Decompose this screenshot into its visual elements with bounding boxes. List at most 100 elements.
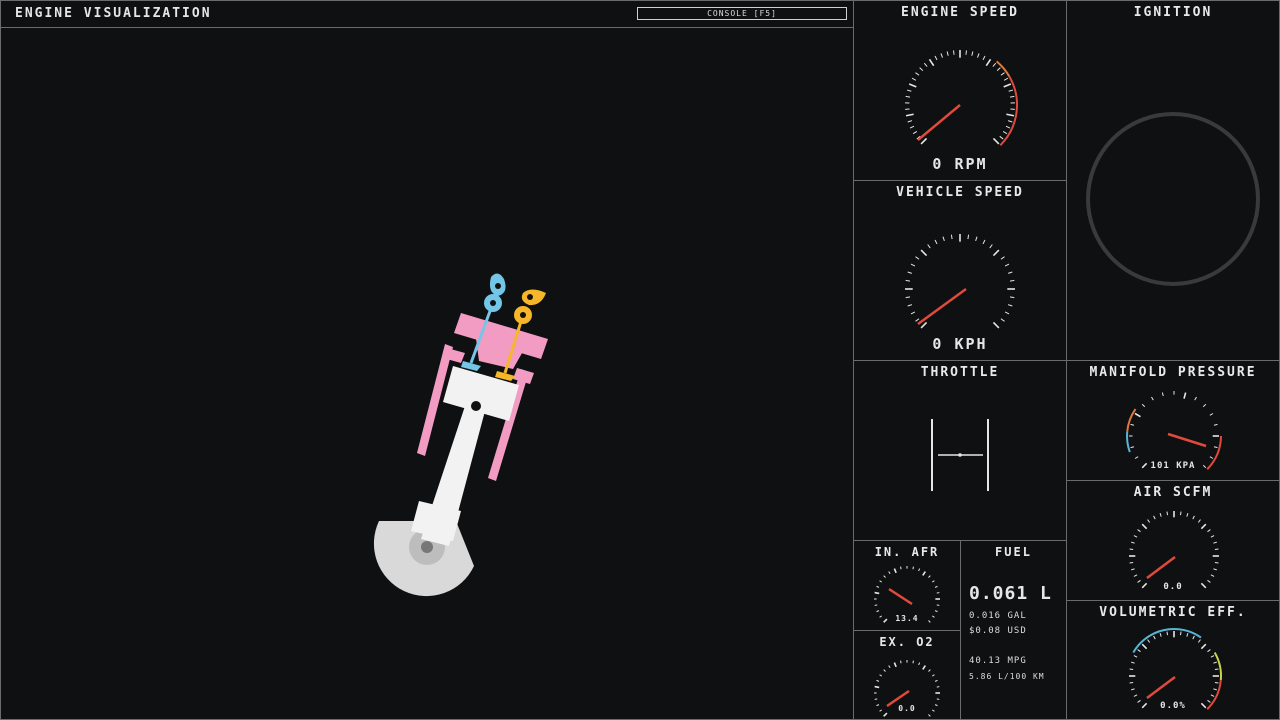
fuel-mpg: 40.13 MPG bbox=[969, 656, 1027, 666]
gauge-tick bbox=[910, 311, 916, 315]
gauge-tick bbox=[1130, 446, 1135, 449]
gauge-tick bbox=[1147, 639, 1151, 643]
gauge-tick bbox=[1131, 661, 1135, 664]
gauge-tick bbox=[905, 279, 911, 282]
gauge-tick bbox=[975, 236, 978, 242]
gauge-tick bbox=[1000, 72, 1005, 76]
gauge-tick bbox=[1131, 541, 1135, 544]
gauge-tick bbox=[905, 95, 911, 98]
gauge-tick bbox=[874, 591, 880, 595]
piston-pin bbox=[471, 401, 481, 411]
gauge-tick bbox=[1131, 568, 1135, 571]
gauge-tick bbox=[910, 263, 916, 267]
gauge-tick bbox=[1194, 396, 1197, 401]
gauge-tick bbox=[876, 585, 880, 588]
gauge-tick bbox=[1129, 668, 1134, 671]
gauge-tick bbox=[1153, 635, 1156, 640]
gauge-tick bbox=[874, 604, 878, 606]
vehicle-speed-gauge bbox=[905, 234, 1015, 329]
gauge-tick bbox=[971, 51, 974, 56]
gauge-tick bbox=[1210, 655, 1215, 658]
gauge-tick bbox=[928, 58, 935, 67]
gauge-tick bbox=[1003, 83, 1012, 88]
gauge-tick bbox=[907, 271, 913, 274]
gauge-tick bbox=[1133, 655, 1138, 658]
gauge-tick bbox=[1207, 649, 1211, 653]
gauge-tick bbox=[1214, 561, 1219, 564]
gauge-tick bbox=[999, 135, 1004, 140]
manifold-warn-arc bbox=[1126, 408, 1137, 433]
gauge-tick bbox=[912, 131, 918, 135]
vehicle-speed-needle bbox=[917, 287, 967, 326]
gauge-tick bbox=[1133, 574, 1138, 577]
gauge-tick bbox=[1166, 511, 1169, 516]
gauge-tick bbox=[1214, 548, 1219, 551]
gauge-tick bbox=[1183, 392, 1187, 399]
gauge-tick bbox=[1000, 256, 1005, 260]
volumetric-eff-panel: VOLUMETRIC EFF. 0.0% bbox=[1066, 600, 1280, 720]
gauge-tick bbox=[905, 296, 911, 299]
gauge-tick bbox=[879, 674, 883, 677]
gauge-tick bbox=[1214, 668, 1219, 671]
gauge-tick bbox=[1209, 413, 1214, 416]
console-button[interactable]: CONSOLE [F5] bbox=[637, 7, 847, 20]
gauge-tick bbox=[1141, 523, 1148, 530]
gauge-ticks bbox=[905, 234, 1015, 329]
vehicle-speed-panel: VEHICLE SPEED 0 KPH bbox=[853, 180, 1067, 361]
engine-speed-redline-arc bbox=[999, 76, 1018, 147]
gauge-tick bbox=[1207, 529, 1211, 533]
gauge-tick bbox=[1004, 263, 1010, 267]
manifold-pressure-panel: MANIFOLD PRESSURE 101 KPA bbox=[1066, 360, 1280, 481]
intake-afr-panel: IN. AFR 13.4 bbox=[853, 540, 961, 631]
gauge-tick bbox=[879, 580, 883, 583]
gauge-tick bbox=[1210, 574, 1215, 577]
gauge-tick bbox=[1192, 635, 1195, 640]
gauge-tick bbox=[940, 53, 943, 58]
gauge-tick bbox=[888, 571, 891, 575]
gauge-tick bbox=[1159, 513, 1162, 517]
gauge-tick bbox=[1202, 403, 1207, 408]
gauge-tick bbox=[911, 77, 917, 81]
gauge-tick bbox=[1003, 77, 1009, 81]
gauge-tick bbox=[1197, 519, 1201, 523]
gauge-tick bbox=[942, 236, 945, 242]
gauge-ticks bbox=[1129, 511, 1219, 589]
gauge-tick bbox=[989, 244, 993, 249]
gauge-tick bbox=[1005, 125, 1011, 129]
gauge-tick bbox=[909, 125, 915, 129]
gauge-tick bbox=[992, 62, 997, 67]
gauge-tick bbox=[1186, 513, 1189, 517]
gauge-tick bbox=[922, 571, 926, 576]
gauge-tick bbox=[1153, 515, 1156, 520]
gauge-tick bbox=[888, 665, 891, 669]
gauge-tick bbox=[1134, 456, 1139, 459]
gauge-tick bbox=[1210, 535, 1215, 538]
fuel-title: FUEL bbox=[995, 545, 1032, 559]
gauge-tick bbox=[1161, 392, 1164, 397]
engine-speed-panel: ENGINE SPEED 0 RPM bbox=[853, 0, 1067, 181]
manifold-pressure-needle bbox=[1167, 432, 1207, 448]
gauge-tick bbox=[992, 137, 1000, 145]
gauge-tick bbox=[918, 568, 921, 572]
gauge-ticks bbox=[1129, 631, 1219, 709]
gauge-tick bbox=[931, 674, 935, 677]
gauge-tick bbox=[905, 113, 914, 117]
gauge-tick bbox=[1129, 681, 1134, 684]
gauge-tick bbox=[883, 669, 886, 672]
gauge-tick bbox=[883, 575, 886, 578]
engine-speed-needle bbox=[917, 104, 961, 141]
gauge-tick bbox=[927, 244, 931, 249]
ignition-ring bbox=[1086, 112, 1260, 286]
gauge-tick bbox=[1130, 423, 1135, 426]
gauge-tick bbox=[918, 662, 921, 666]
manifold-pressure-readout: 101 KPA bbox=[1150, 461, 1196, 471]
gauge-tick bbox=[1129, 561, 1134, 564]
gauge-tick bbox=[1134, 412, 1141, 418]
gauge-tick bbox=[915, 256, 920, 260]
gauge-tick bbox=[915, 318, 920, 322]
engine-diagram bbox=[373, 273, 548, 597]
gauge-tick bbox=[1200, 523, 1207, 530]
gauge-tick bbox=[1197, 639, 1201, 643]
gauge-tick bbox=[1210, 694, 1215, 697]
gauge-tick bbox=[1179, 511, 1182, 516]
